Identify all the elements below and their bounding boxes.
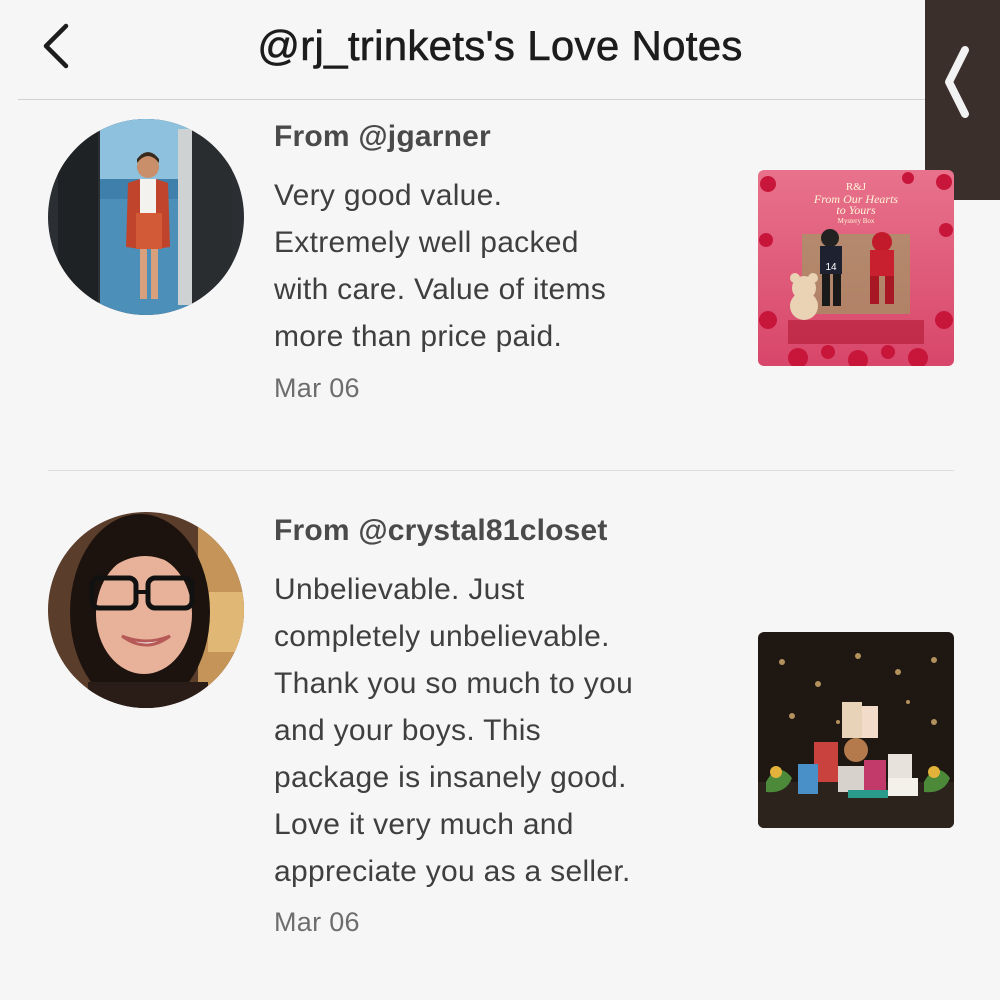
note-message-line: completely unbelievable.: [274, 620, 610, 653]
note-divider: [48, 470, 954, 471]
thumb-subtitle: Mystery Box: [838, 217, 875, 225]
note-message-line: Love it very much and: [274, 808, 574, 841]
header-divider: [18, 99, 984, 100]
avatar[interactable]: [48, 119, 244, 315]
thumb-jersey-number: 14: [825, 262, 837, 273]
note-author[interactable]: From @crystal81closet: [274, 514, 608, 548]
thumb-title-2: to Yours: [836, 203, 876, 217]
note-message-line: appreciate you as a seller.: [274, 855, 631, 888]
note-message-line: package is insanely good.: [274, 761, 627, 794]
note-message-line: and your boys. This: [274, 714, 541, 747]
header-bar: @rj_trinkets's Love Notes: [0, 0, 1000, 100]
avatar[interactable]: [48, 512, 244, 708]
note-date: Mar 06: [274, 373, 360, 403]
note-message: Very good value. Extremely well packed w…: [274, 172, 606, 360]
note-message-line: Unbelievable. Just: [274, 573, 525, 606]
listing-thumbnail[interactable]: R&J From Our Hearts to Yours Mystery Box…: [758, 170, 954, 366]
note-message-line: Very good value.: [274, 179, 503, 212]
note-message-line: more than price paid.: [274, 320, 563, 353]
page-title: @rj_trinkets's Love Notes: [257, 22, 743, 70]
note-message: Unbelievable. Just completely unbelievab…: [274, 566, 633, 895]
note-message-line: Thank you so much to you: [274, 667, 634, 700]
note-message-line: Extremely well packed: [274, 226, 579, 259]
note-author[interactable]: From @jgarner: [274, 120, 491, 154]
note-message-line: with care. Value of items: [274, 273, 607, 306]
chevron-left-icon: [945, 46, 969, 118]
love-notes-page: @rj_trinkets's Love Notes From @jgarner …: [0, 0, 1000, 1000]
listing-thumbnail[interactable]: [758, 632, 954, 828]
note-date: Mar 06: [274, 907, 360, 937]
